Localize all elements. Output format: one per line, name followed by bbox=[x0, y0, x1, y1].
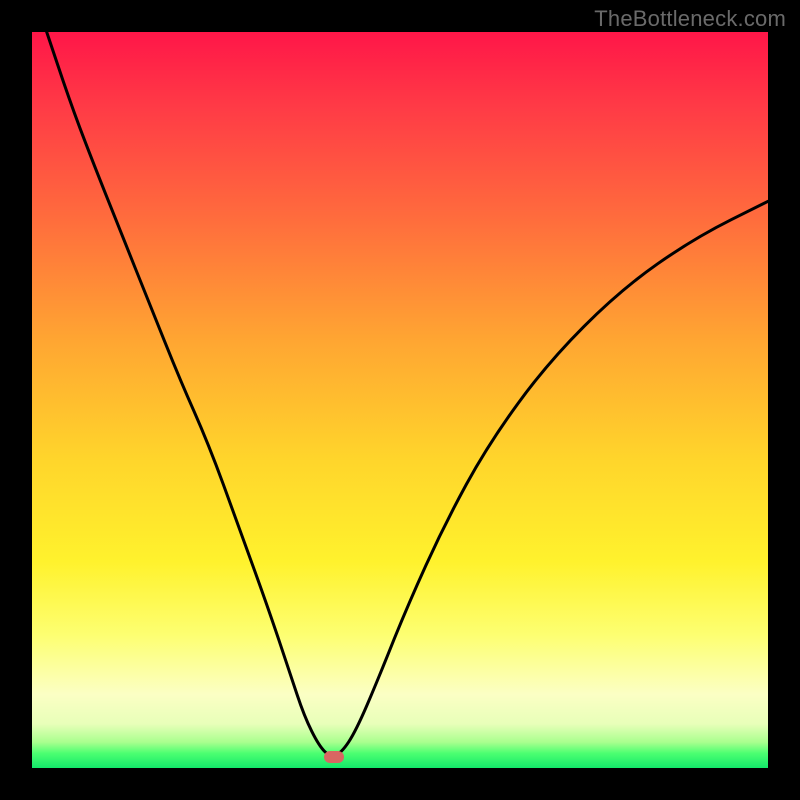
watermark-text: TheBottleneck.com bbox=[594, 6, 786, 32]
curve-path bbox=[47, 32, 768, 756]
plot-area bbox=[32, 32, 768, 768]
bottleneck-curve bbox=[32, 32, 768, 768]
chart-frame: TheBottleneck.com bbox=[0, 0, 800, 800]
optimal-marker bbox=[324, 751, 344, 763]
